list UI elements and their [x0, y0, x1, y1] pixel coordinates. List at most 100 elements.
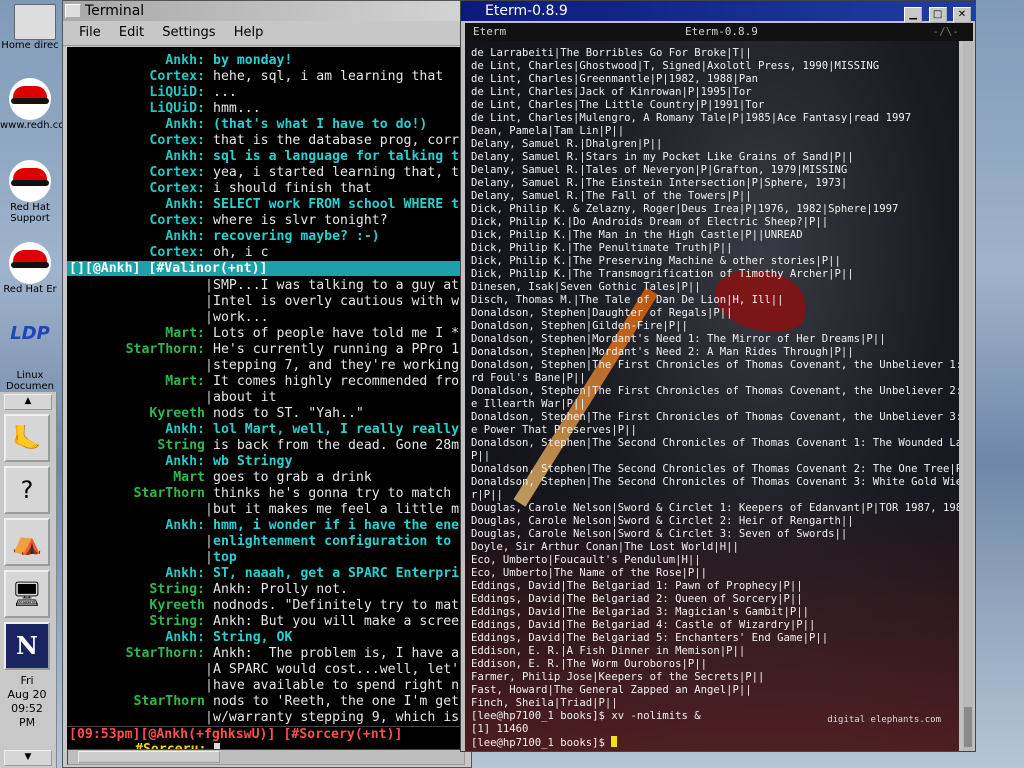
tent-icon[interactable]: ⛺ — [4, 518, 50, 566]
irc-message-text: hmm... — [213, 101, 261, 116]
irc-message-line: Ankh: ST, naaah, get a SPARC Enterpri — [67, 566, 467, 582]
irc-message-line: Ankh: hmm, i wonder if i have the ene — [67, 518, 467, 534]
eterm-tab-decor: -/\- — [932, 25, 960, 38]
window-menu-icon[interactable] — [65, 4, 81, 18]
eterm-output-line: Dinesen, Isak|Seven Gothic Tales|P|| — [471, 281, 701, 293]
monitor-icon[interactable]: 🖥 — [4, 570, 50, 618]
desktop-icon-label: Red Hat Support — [10, 202, 50, 224]
eterm-output-line: Dick, Philip K. & Zelazny, Roger|Deus Ir… — [471, 203, 899, 215]
irc-nick: String — [157, 438, 205, 453]
panel-hide-up-button[interactable]: ▲ — [4, 394, 52, 410]
menu-file[interactable]: File — [79, 25, 101, 40]
eterm-output-line: Delany, Samuel R.|The Einstein Intersect… — [471, 177, 848, 189]
terminal-window: Terminal File Edit Settings Help Ankh: by… — [62, 0, 472, 768]
desktop-icon-label: www.redh.com — [0, 120, 75, 131]
irc-message-line: String: Ankh: Prolly not. — [67, 582, 467, 598]
menu-settings[interactable]: Settings — [162, 25, 215, 40]
redhat-website-icon[interactable]: www.redh.com — [0, 78, 75, 131]
terminal-screen[interactable]: Ankh: by monday! Cortex: hehe, sql, i am le… — [67, 47, 467, 751]
irc-continuation-marker: | — [205, 502, 213, 517]
linux-documentation-icon[interactable]: Linux Documen — [0, 370, 60, 392]
eterm-scrollbar[interactable] — [963, 41, 973, 751]
irc-nick: Kyreeth — [149, 598, 205, 613]
eterm-output-line: Donaldson, Stephen|Daughter of Regals|P|… — [471, 307, 733, 319]
redhat-support-icon[interactable]: Red Hat Support — [0, 160, 60, 224]
irc-message-text: where is slvr tonight? — [213, 213, 388, 228]
panel-hide-down-button[interactable]: ▼ — [4, 750, 52, 766]
netscape-icon[interactable]: N — [4, 622, 50, 670]
terminal-menubar: File Edit Settings Help — [63, 21, 471, 46]
irc-continuation-marker: | — [205, 550, 213, 565]
eterm-window: Eterm-0.8.9 ▁ □ ✕ Eterm Eterm-0.8.9 -/\-… — [460, 0, 976, 752]
terminal-horizontal-scrollbar[interactable] — [67, 749, 465, 765]
irc-nick: StarThorn: — [125, 646, 205, 661]
irc-nick: Ankh: — [165, 630, 205, 645]
irc-message-text: thinks he's gonna try to match — [213, 486, 452, 501]
eterm-prompt-line[interactable]: [lee@hp7100_1 books]$ — [471, 736, 959, 749]
irc-message-line: StarThorn nods to 'Reeth, the one I'm get — [67, 694, 467, 710]
eterm-menu-button[interactable]: Eterm — [473, 23, 506, 41]
eterm-output-line: Dick, Philip K.|The Preserving Machine &… — [471, 255, 841, 267]
irc-message-line: Ankh: recovering maybe? :-) — [67, 229, 467, 245]
irc-nick: Ankh: — [165, 229, 205, 244]
irc-message-text: hmm, i wonder if i have the ene — [213, 518, 460, 533]
redhat-errata-icon[interactable]: Red Hat Er — [0, 242, 60, 295]
irc-message-line: Ankh: wb Stringy — [67, 454, 467, 470]
eterm-output-line: Douglas, Carole Nelson|Sword & Circlet 3… — [471, 528, 848, 540]
eterm-output-line: Eddison, E. R.|A Fish Dinner in Memison|… — [471, 645, 746, 657]
irc-message-line: Cortex: yea, i started learning that, t — [67, 165, 467, 181]
irc-message-text: ... — [213, 85, 237, 100]
irc-message-text: but it makes me feel a little m — [213, 502, 460, 517]
eterm-output-line: Donaldson, Stephen|The First Chronicles … — [471, 411, 959, 423]
irc-nick: Kyreeth — [149, 406, 205, 421]
eterm-titlebar[interactable]: Eterm-0.8.9 ▁ □ ✕ — [461, 1, 975, 23]
terminal-title: Terminal — [85, 3, 145, 19]
help-icon[interactable]: ? — [4, 466, 50, 514]
menu-edit[interactable]: Edit — [119, 25, 144, 40]
irc-nick: LiQUiD: — [149, 101, 205, 116]
eterm-output-line: Disch, Thomas M.|The Tale of Dan De Lion… — [471, 294, 784, 306]
irc-message-line: Cortex: i should finish that — [67, 181, 467, 197]
ldp-icon[interactable]: LDP — [0, 325, 60, 343]
eterm-output-line: Dick, Philip K.|Do Androids Dream of Ele… — [471, 216, 829, 228]
eterm-output-line: Dick, Philip K.|The Transmogrification o… — [471, 268, 854, 280]
irc-nick: Cortex: — [149, 181, 205, 196]
irc-nick: LiQUiD: — [149, 85, 205, 100]
irc-message-line: Ankh: SELECT work FROM school WHERE t — [67, 197, 467, 213]
eterm-output-line: de Lint, Charles|The Little Country|P|19… — [471, 99, 765, 111]
irc-message-line: | SMP...I was talking to a guy at — [67, 278, 467, 294]
eterm-output-line: Donaldson, Stephen|The First Chronicles … — [471, 385, 959, 397]
eterm-output-line: Donaldson, Stephen|Gilden-Fire|P|| — [471, 320, 688, 332]
eterm-tab-title: Eterm-0.8.9 — [685, 25, 758, 38]
irc-message-line: Kyreeth nods to ST. "Yah.." — [67, 406, 467, 422]
irc-nick: Cortex: — [149, 245, 205, 260]
irc-message-text: by monday! — [213, 53, 293, 68]
minimize-icon[interactable]: ▁ — [904, 7, 923, 23]
eterm-output-line: e Illearth War|P|| — [471, 398, 586, 410]
irc-nick: Mart: — [165, 326, 205, 341]
scrollbar-thumb[interactable] — [78, 751, 220, 763]
irc-message-text: Lots of people have told me I * — [213, 326, 460, 341]
eterm-output-line: Eddings, David|The Belgariad 3: Magician… — [471, 606, 810, 618]
gnome-foot-icon[interactable]: 🦶 — [4, 414, 50, 462]
irc-nick: StarThorn: — [125, 342, 205, 357]
maximize-icon[interactable]: □ — [928, 7, 947, 23]
irc-message-text: stepping 7, and they're working — [213, 358, 460, 373]
irc-status-bottom: [09:53pm][@Ankh(+fghkswU)] [#Sorcery(+nt… — [67, 726, 467, 742]
irc-nick: Cortex: — [149, 133, 205, 148]
scrollbar-thumb[interactable] — [964, 707, 972, 747]
eterm-output-line: Fast, Howard|The General Zapped an Angel… — [471, 684, 752, 696]
home-directory-icon[interactable]: Home direc — [0, 4, 60, 51]
redhat-icon — [9, 242, 51, 284]
clock-day: Fri — [20, 674, 34, 687]
close-icon[interactable]: ✕ — [953, 7, 971, 23]
irc-message-line: | top — [67, 550, 467, 566]
terminal-titlebar[interactable]: Terminal — [63, 1, 471, 21]
menu-help[interactable]: Help — [234, 25, 264, 40]
irc-message-text: yea, i started learning that, t — [213, 165, 460, 180]
eterm-screen[interactable]: de Larrabeiti|The Borribles Go For Broke… — [465, 41, 959, 751]
clock-ampm: PM — [18, 716, 36, 729]
eterm-output-line: Dick, Philip K.|The Penultimate Truth|P|… — [471, 242, 733, 254]
eterm-output-line: e Power That Preserves|P|| — [471, 424, 637, 436]
eterm-output-line: de Lint, Charles|Mulengro, A Romany Tale… — [471, 112, 912, 124]
